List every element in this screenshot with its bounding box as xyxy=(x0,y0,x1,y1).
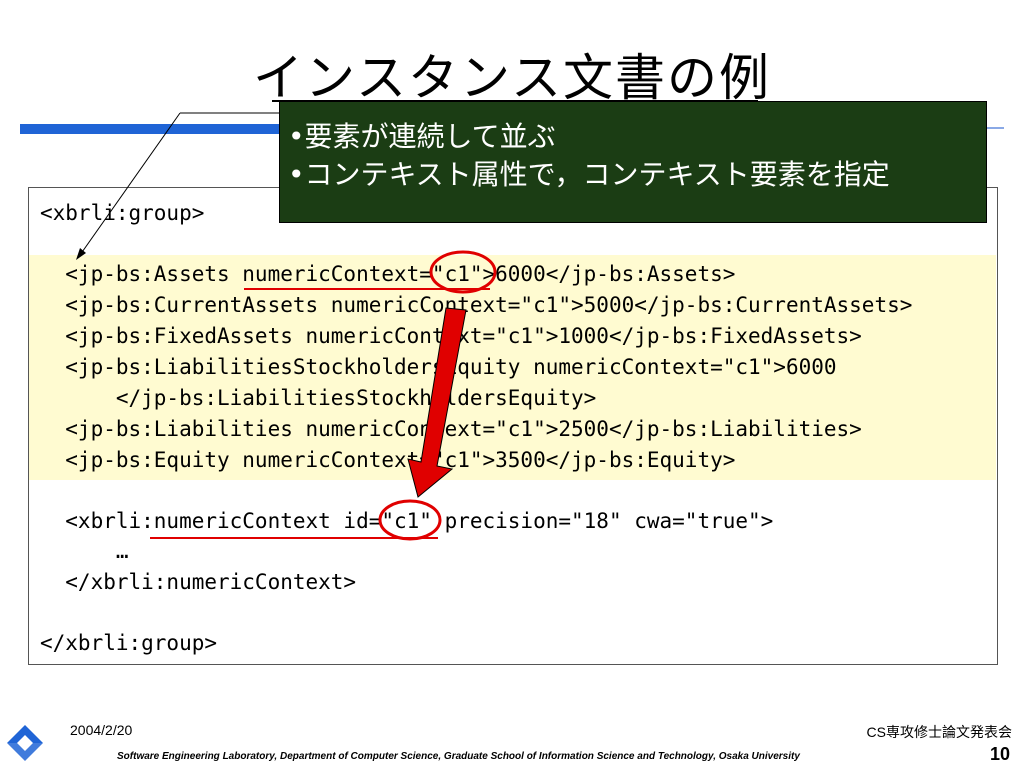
footer-conference: CS専攻修士論文発表会 xyxy=(866,724,1012,740)
code-group-open: <xbrli:group> xyxy=(40,201,205,225)
code-context-close: </xbrli:numericContext> xyxy=(40,570,357,594)
callout-line-1: •要素が連続して並ぶ xyxy=(288,120,556,153)
code-group-close: </xbrli:group> xyxy=(40,631,218,655)
code-line-currentassets: <jp-bs:CurrentAssets numericContext="c1"… xyxy=(40,293,913,317)
code-ellipsis: … xyxy=(40,539,129,563)
code-line-equity: <jp-bs:Equity numericContext="c1">3500</… xyxy=(40,448,736,472)
callout-box: •要素が連続して並ぶ •コンテキスト属性で，コンテキスト要素を指定 xyxy=(279,101,987,223)
code-line-assets: <jp-bs:Assets numericContext="c1">6000</… xyxy=(40,262,736,286)
code-line-fixedassets: <jp-bs:FixedAssets numericContext="c1">1… xyxy=(40,324,862,348)
code-line-lse-close: </jp-bs:LiabilitiesStockholdersEquity> xyxy=(40,386,597,410)
university-logo-icon xyxy=(7,725,43,761)
callout-line-2: •コンテキスト属性で，コンテキスト要素を指定 xyxy=(288,158,890,191)
code-line-lse-open: <jp-bs:LiabilitiesStockholdersEquity num… xyxy=(40,355,837,379)
code-context-open: <xbrli:numericContext id="c1" precision=… xyxy=(40,509,774,533)
code-line-liabilities: <jp-bs:Liabilities numericContext="c1">2… xyxy=(40,417,862,441)
footer-lab: Software Engineering Laboratory, Departm… xyxy=(117,751,800,762)
header-rule-thick xyxy=(20,124,282,134)
footer-date: 2004/2/20 xyxy=(70,722,133,738)
page-number: 10 xyxy=(989,744,1010,764)
